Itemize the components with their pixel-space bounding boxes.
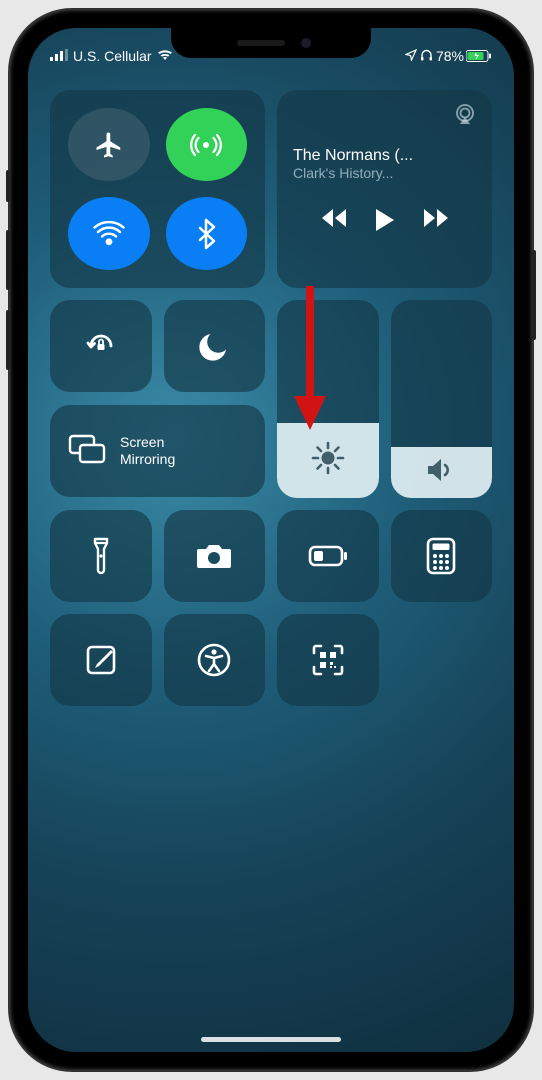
notch — [171, 28, 371, 58]
play-button[interactable] — [374, 207, 396, 238]
calculator-button[interactable] — [391, 510, 493, 602]
home-indicator[interactable] — [201, 1037, 341, 1042]
speaker-icon — [425, 456, 457, 489]
carrier-label: U.S. Cellular — [73, 48, 152, 64]
headphones-icon — [420, 48, 433, 64]
wifi-status-icon — [157, 48, 173, 64]
empty-slot — [391, 614, 493, 706]
notes-button[interactable] — [50, 614, 152, 706]
screen: U.S. Cellular 78% — [28, 28, 514, 1052]
fast-forward-button[interactable] — [422, 207, 450, 238]
location-icon — [405, 48, 417, 64]
airplane-mode-button[interactable] — [68, 108, 150, 181]
volume-slider[interactable] — [391, 300, 493, 498]
media-subtitle: Clark's History... — [293, 165, 393, 181]
signal-icon — [50, 48, 68, 64]
media-title: The Normans (... — [293, 147, 413, 165]
do-not-disturb-button[interactable] — [164, 300, 266, 392]
volume-down-hw-button — [6, 310, 10, 370]
flashlight-button[interactable] — [50, 510, 152, 602]
bluetooth-button[interactable] — [166, 197, 248, 270]
volume-up-hw-button — [6, 230, 10, 290]
screen-mirroring-icon — [68, 434, 106, 469]
connectivity-tile[interactable] — [50, 90, 265, 288]
screen-mirroring-label: Screen Mirroring — [120, 434, 175, 469]
orientation-lock-button[interactable] — [50, 300, 152, 392]
rewind-button[interactable] — [320, 207, 348, 238]
battery-icon: 78% — [436, 48, 492, 64]
status-left: U.S. Cellular — [50, 48, 173, 64]
side-hw-button — [532, 250, 536, 340]
wifi-button[interactable] — [68, 197, 150, 270]
media-tile[interactable]: The Normans (... Clark's History... — [277, 90, 492, 288]
battery-pct-label: 78% — [436, 48, 464, 64]
qr-scanner-button[interactable] — [277, 614, 379, 706]
camera-button[interactable] — [164, 510, 266, 602]
phone-frame: U.S. Cellular 78% — [10, 10, 532, 1070]
airplay-icon[interactable] — [454, 104, 476, 129]
brightness-icon — [311, 441, 345, 480]
brightness-slider[interactable] — [277, 300, 379, 498]
control-center: The Normans (... Clark's History... — [50, 90, 492, 706]
cellular-data-button[interactable] — [166, 108, 248, 181]
mute-switch — [6, 170, 10, 202]
screen-mirroring-button[interactable]: Screen Mirroring — [50, 405, 265, 497]
accessibility-button[interactable] — [164, 614, 266, 706]
status-right: 78% — [405, 48, 492, 64]
low-power-mode-button[interactable] — [277, 510, 379, 602]
